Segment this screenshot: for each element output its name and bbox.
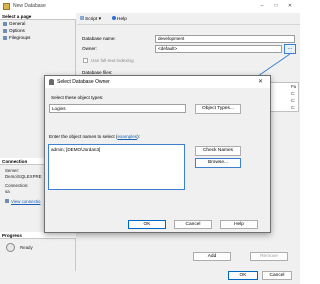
minimize-icon[interactable]: – xyxy=(256,2,268,10)
owner-label: Owner: xyxy=(82,46,97,51)
page-item-filegroups[interactable]: Filegroups xyxy=(3,35,30,41)
page-item-options[interactable]: Options xyxy=(3,28,25,34)
script-icon xyxy=(80,16,84,20)
page-item-label: General xyxy=(9,21,26,26)
object-types-field: Logins xyxy=(49,104,186,113)
object-names-input[interactable]: admin; [DEMO\Jordan3] xyxy=(48,144,185,190)
progress-spinner-icon xyxy=(6,243,15,252)
enter-names-label: Enter the object names to select (exampl… xyxy=(49,134,140,139)
view-connection-link[interactable]: View connectio xyxy=(5,199,40,204)
remove-button[interactable]: Remove xyxy=(250,252,288,261)
progress-status: Ready xyxy=(20,245,33,250)
grid-cell: C: xyxy=(291,105,296,110)
fulltext-label: Use full-text indexing xyxy=(91,58,134,63)
check-names-button[interactable]: Check Names xyxy=(195,146,241,156)
add-button[interactable]: Add xyxy=(193,252,231,261)
object-types-label: Select these object types: xyxy=(51,95,104,100)
dialog-cancel-button[interactable]: Cancel xyxy=(174,220,212,229)
cancel-button[interactable]: Cancel xyxy=(262,271,292,280)
window-title: New Database xyxy=(13,3,46,9)
properties-icon xyxy=(5,199,9,203)
database-name-label: Database name: xyxy=(82,36,116,41)
object-types-button[interactable]: Object Types... xyxy=(195,104,241,114)
server-value: Demo\SQLEXPRE xyxy=(5,174,42,179)
wrench-icon xyxy=(3,28,7,33)
help-icon xyxy=(112,16,116,20)
examples-link[interactable]: examples xyxy=(117,134,137,139)
dialog-close-icon[interactable]: ✕ xyxy=(258,78,263,85)
window-titlebar: New Database – □ ✕ xyxy=(0,0,300,13)
server-label: Server: xyxy=(5,168,20,173)
select-database-owner-dialog: Select Database Owner ✕ Select these obj… xyxy=(44,75,271,233)
dialog-titlebar: Select Database Owner ✕ xyxy=(45,76,270,88)
dialog-title: Select Database Owner xyxy=(57,79,110,85)
page-item-label: Filegroups xyxy=(9,35,31,40)
browse-button[interactable]: Browse... xyxy=(195,158,241,168)
close-icon[interactable]: ✕ xyxy=(284,2,296,10)
script-button[interactable]: Script ▾ xyxy=(80,16,101,22)
wrench-icon xyxy=(3,21,7,26)
grid-cell: C: xyxy=(291,98,296,103)
ok-button[interactable]: OK xyxy=(228,271,258,280)
grid-header-cell: Pa xyxy=(291,84,297,89)
page-item-label: Options xyxy=(9,28,25,33)
help-button[interactable]: Help xyxy=(112,16,127,22)
fulltext-checkbox[interactable] xyxy=(83,58,88,63)
dialog-help-button[interactable]: Help xyxy=(220,220,258,229)
progress-header: Progress xyxy=(0,232,76,239)
maximize-icon[interactable]: □ xyxy=(270,2,282,10)
wrench-icon xyxy=(3,35,7,40)
database-icon xyxy=(3,3,10,10)
connection-label: Connection: xyxy=(5,183,29,188)
connection-value: sa xyxy=(5,189,10,194)
page-item-general[interactable]: General xyxy=(3,21,25,27)
toolbar xyxy=(77,13,300,25)
user-icon xyxy=(49,79,54,85)
dialog-ok-button[interactable]: OK xyxy=(128,220,166,229)
database-name-input[interactable]: development xyxy=(155,35,295,43)
select-page-header: Select a page xyxy=(0,13,76,20)
grid-cell: C: xyxy=(291,91,296,96)
